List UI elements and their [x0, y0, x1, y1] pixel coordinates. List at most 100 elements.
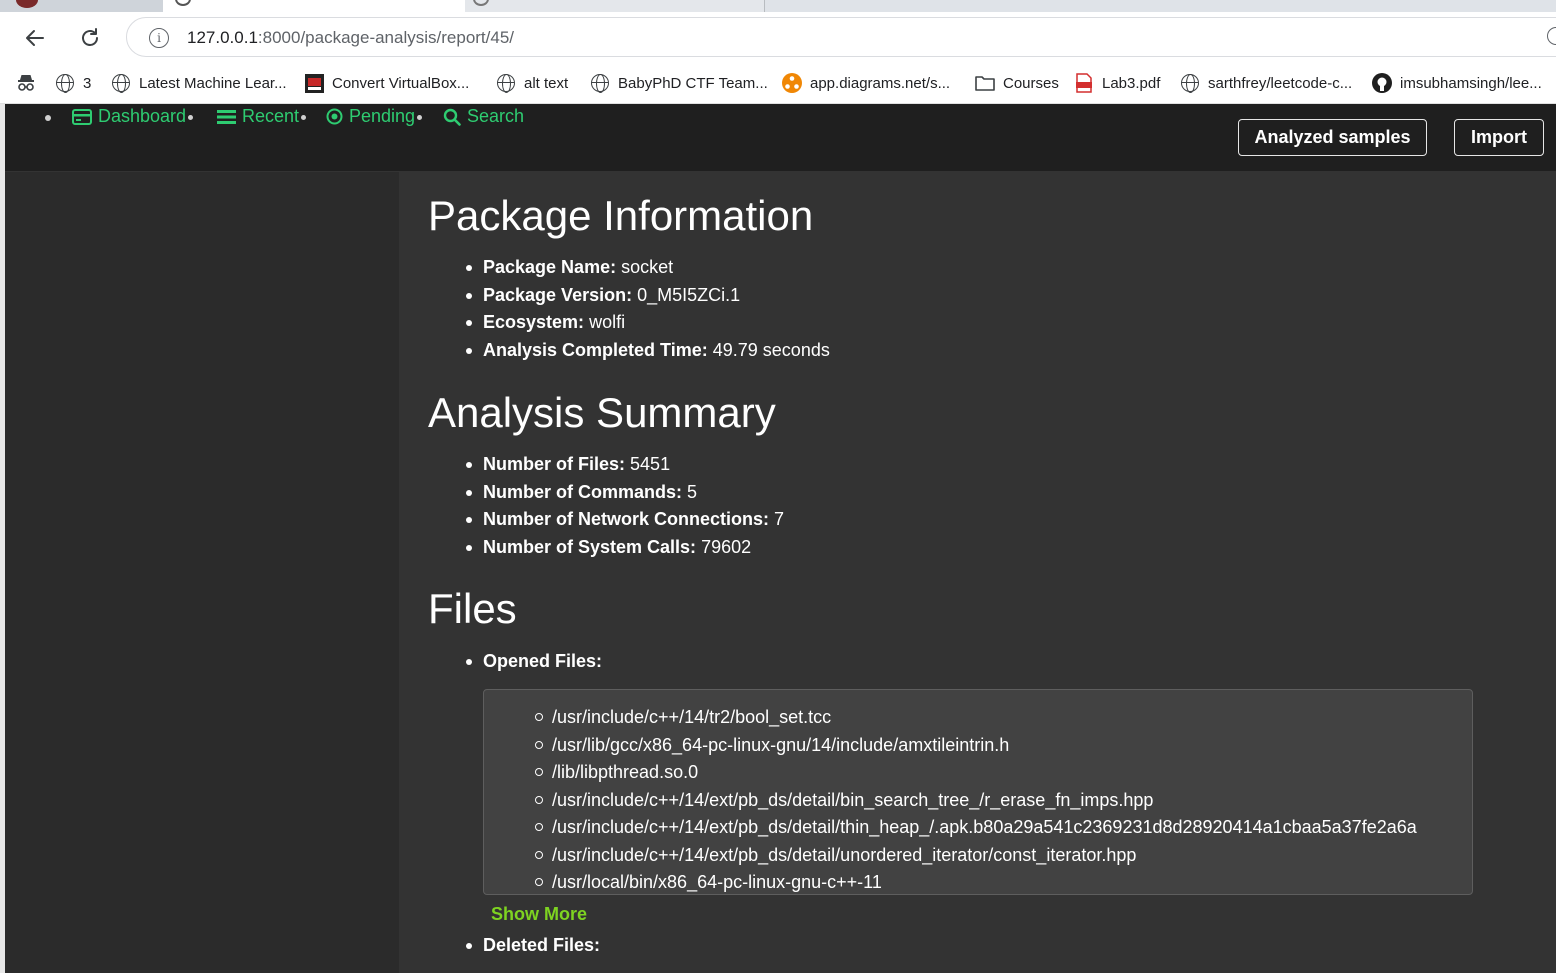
bookmark-item[interactable]: BabyPhD CTF Team... — [590, 71, 768, 95]
address-bar-action-icon[interactable] — [1547, 27, 1556, 45]
analysis-summary-heading: Analysis Summary — [428, 389, 776, 436]
opened-files-header-list: Opened Files: — [465, 648, 603, 676]
bookmark-label: Latest Machine Lear... — [139, 74, 287, 92]
package-name-item: Package Name: socket — [466, 254, 830, 282]
summary-label: Number of System Calls: — [483, 536, 697, 557]
num-network-connections-item: Number of Network Connections: 7 — [465, 506, 785, 534]
reload-button[interactable] — [75, 23, 105, 53]
bookmark-label: app.diagrams.net/s... — [810, 74, 951, 92]
url-path: :8000/package-analysis/report/45/ — [257, 28, 515, 47]
package-information-heading: Package Information — [428, 192, 814, 239]
ecosystem-item: Ecosystem: wolfi — [466, 309, 830, 337]
url-text[interactable]: 127.0.0.1:8000/package-analysis/report/4… — [187, 28, 514, 48]
nav-recent-link[interactable]: Recent — [217, 106, 307, 127]
file-path-item: /usr/include/c++/14/ext/pb_ds/detail/uno… — [535, 842, 1417, 870]
file-path-item: /usr/include/c++/14/ext/pb_ds/detail/bin… — [535, 787, 1417, 815]
file-path-item: /lib/libpthread.so.0 — [535, 759, 1417, 787]
incognito-icon — [16, 73, 36, 93]
bookmark-label: Courses — [1003, 74, 1059, 92]
nav-dashboard-link[interactable]: Dashboard — [72, 106, 194, 127]
info-label: Package Version: — [483, 284, 633, 305]
globe-icon — [590, 73, 610, 93]
show-more-button[interactable]: Show More — [491, 904, 587, 925]
bookmark-label: imsubhamsingh/lee... — [1400, 74, 1542, 92]
summary-label: Number of Files: — [483, 454, 626, 474]
bookmark-item[interactable]: 3 — [55, 71, 91, 95]
opened-files-list: /usr/include/c++/14/tr2/bool_set.tcc /us… — [535, 704, 1417, 894]
bookmark-item[interactable]: sarthfrey/leetcode-c... — [1180, 71, 1352, 95]
info-label: Package Name: — [483, 257, 617, 277]
bookmark-label: BabyPhD CTF Team... — [618, 74, 768, 92]
tab-strip — [0, 0, 1556, 12]
nav-separator-dot — [188, 115, 194, 120]
opened-files-item: Opened Files: — [465, 648, 603, 676]
analysis-time-item: Analysis Completed Time: 49.79 seconds — [466, 337, 830, 365]
import-button[interactable]: Import — [1454, 119, 1544, 156]
file-path-item: /usr/include/c++/14/ext/pb_ds/detail/thi… — [535, 814, 1417, 842]
tab-favicon-icon — [16, 0, 38, 8]
num-files-item: Number of Files: 5451 — [465, 451, 784, 479]
diagrams-icon — [782, 73, 802, 93]
opened-files-label: Opened Files: — [483, 651, 603, 671]
bookmark-folder[interactable]: Courses — [975, 71, 1059, 95]
browser-tab-active[interactable] — [163, 0, 465, 12]
globe-icon — [1180, 73, 1200, 93]
app-icon — [304, 73, 324, 93]
file-path-item: /usr/lib/gcc/x86_64-pc-linux-gnu/14/incl… — [535, 732, 1417, 760]
summary-value: 7 — [774, 509, 785, 530]
nav-search-label: Search — [467, 106, 525, 126]
url-host: 127.0.0.1 — [187, 28, 258, 47]
nav-list-bullet — [45, 115, 51, 121]
bookmark-item[interactable]: Convert VirtualBox... — [304, 71, 469, 95]
github-icon — [1372, 73, 1392, 93]
bookmark-item[interactable]: app.diagrams.net/s... — [782, 71, 950, 95]
summary-value: 5 — [687, 481, 698, 502]
analyzed-samples-button[interactable]: Analyzed samples — [1238, 119, 1427, 156]
search-icon — [443, 108, 461, 126]
summary-value: 5451 — [630, 454, 671, 474]
bookmark-item[interactable]: imsubhamsingh/lee... — [1372, 71, 1542, 95]
bookmark-label: 3 — [83, 74, 92, 92]
site-info-icon[interactable]: i — [149, 28, 169, 48]
globe-icon — [55, 73, 75, 93]
opened-files-scroll-box[interactable]: /usr/include/c++/14/tr2/bool_set.tcc /us… — [483, 689, 1473, 895]
nav-recent-label: Recent — [242, 106, 300, 126]
bookmark-item[interactable]: Latest Machine Lear... — [111, 71, 287, 95]
info-value: 0_M5I5ZCi.1 — [637, 284, 741, 305]
bookmark-profile[interactable] — [16, 71, 44, 95]
browser-tab[interactable] — [0, 0, 163, 12]
info-value: wolfi — [589, 312, 626, 333]
num-system-calls-item: Number of System Calls: 79602 — [465, 534, 784, 562]
bookmark-label: alt text — [524, 74, 569, 92]
nav-pending-link[interactable]: Pending — [326, 106, 423, 127]
back-arrow-icon — [26, 30, 44, 46]
bookmark-label: sarthfrey/leetcode-c... — [1208, 74, 1353, 92]
tab-favicon-icon — [175, 0, 191, 6]
pdf-icon — [1074, 73, 1094, 93]
files-heading: Files — [428, 585, 517, 632]
bookmark-label: Convert VirtualBox... — [332, 74, 470, 92]
summary-label: Number of Network Connections: — [483, 509, 770, 530]
deleted-files-item: Deleted Files: — [465, 932, 600, 960]
nav-dashboard-label: Dashboard — [98, 106, 187, 126]
nav-separator-dot — [301, 115, 307, 120]
dashboard-icon — [72, 108, 92, 125]
analysis-summary-list: Number of Files: 5451 Number of Commands… — [465, 451, 785, 562]
num-commands-item: Number of Commands: 5 — [465, 479, 784, 507]
info-label: Analysis Completed Time: — [483, 339, 708, 360]
info-value: 49.79 seconds — [712, 339, 830, 360]
browser-tab[interactable] — [465, 0, 765, 12]
globe-icon — [111, 73, 131, 93]
info-label: Ecosystem: — [483, 312, 585, 333]
nav-pending-label: Pending — [349, 106, 416, 126]
bookmark-item[interactable]: alt text — [496, 71, 568, 95]
package-version-item: Package Version: 0_M5I5ZCi.1 — [466, 282, 830, 310]
info-value: socket — [621, 257, 674, 277]
nav-search-link[interactable]: Search — [443, 106, 524, 127]
address-bar[interactable]: i 127.0.0.1:8000/package-analysis/report… — [126, 17, 1556, 57]
tab-favicon-icon — [473, 0, 489, 6]
package-info-list: Package Name: socket Package Version: 0_… — [466, 254, 830, 365]
back-button[interactable] — [20, 23, 50, 53]
browser-toolbar: i 127.0.0.1:8000/package-analysis/report… — [0, 12, 1556, 62]
bookmark-item[interactable]: Lab3.pdf — [1074, 71, 1160, 95]
